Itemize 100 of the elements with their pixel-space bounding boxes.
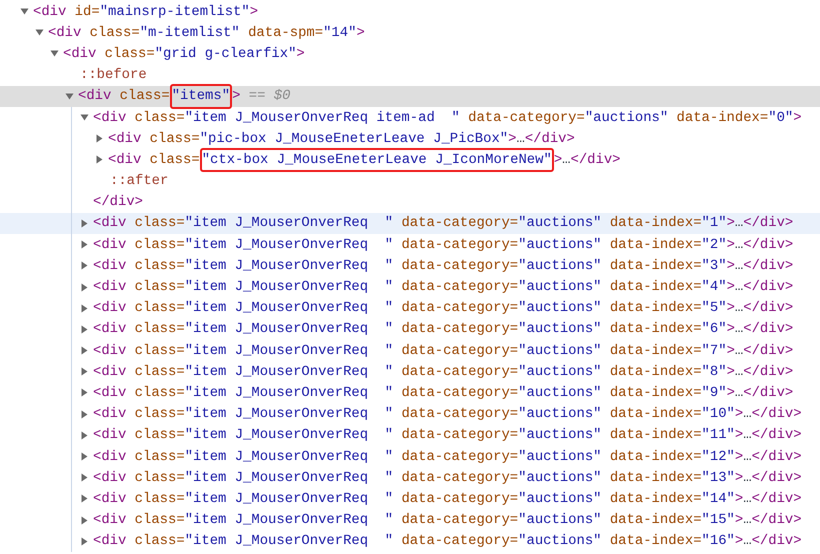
tag-token: > [726,258,735,274]
tag-token: </div> [570,152,621,168]
attribute-value: "16" [702,533,735,550]
expanded-triangle-icon[interactable] [80,113,89,122]
attribute-value: "auctions" [518,533,602,550]
collapsed-triangle-icon[interactable] [80,473,89,482]
collapsed-ellipsis: … [743,533,752,550]
attribute-name: data-category= [400,215,518,232]
tag-token: > [726,321,735,338]
collapsed-triangle-icon[interactable] [80,516,89,525]
attribute-name: data-index= [608,448,702,465]
attribute-value: "auctions" [584,110,668,126]
tag-token: > [726,279,735,296]
attribute-value: "4" [702,279,727,296]
attribute-value: "item J_MouserOnverReq " [184,215,394,232]
collapsed-triangle-icon[interactable] [80,346,89,356]
attribute-value: "item J_MouserOnverReq " [184,258,394,274]
attribute-name: data-index= [608,384,702,401]
attribute-value: "auctions" [518,512,602,528]
collapsed-triangle-icon[interactable] [80,218,89,228]
attribute-name: class= [134,384,185,401]
collapsed-triangle-icon[interactable] [80,430,89,440]
attribute-value: "item J_MouserOnverReq " [184,300,394,316]
collapsed-ellipsis: … [743,448,752,465]
collapsed-ellipsis: … [734,300,744,316]
collapsed-triangle-icon[interactable] [80,261,89,270]
selected-row[interactable]: <div class="items"> == $0 [0,86,820,107]
collapsed-triangle-icon[interactable] [80,282,89,292]
attribute-name: data-category= [400,342,518,359]
tag-token: </div> [752,512,802,528]
attribute-name: data-category= [400,406,518,422]
expanded-triangle-icon[interactable] [65,92,74,101]
tag-token: > [734,448,744,465]
attribute-name: data-category= [400,279,518,296]
collapsed-ellipsis: … [734,279,744,296]
attribute-name: data-index= [676,110,768,126]
attribute-name: data-index= [608,364,702,380]
tag-token: > [726,364,735,380]
collapsed-triangle-icon[interactable] [95,134,104,144]
tag-token: > [508,130,516,147]
tag-token: > [726,215,735,232]
expanded-triangle-icon[interactable] [50,49,59,58]
tag-token: > [726,300,735,316]
attribute-value: "item J_MouserOnverReq " [184,236,394,253]
collapsed-ellipsis: … [743,470,752,486]
attribute-value: "auctions" [518,427,602,444]
collapsed-triangle-icon[interactable] [80,452,89,462]
attribute-value: "item J_MouserOnverReq " [184,490,394,507]
attribute-value: "6" [702,321,727,338]
collapsed-triangle-icon[interactable] [80,410,89,419]
attribute-value: "pic-box J_MouseEneterLeave J_PicBox" [200,130,508,147]
attribute-value: "8" [702,364,727,380]
expanded-triangle-icon[interactable] [35,28,44,38]
tag-token: > [554,152,562,168]
hovered-row[interactable]: <div class="item J_MouserOnverReq " data-category="auctions" data-index="1">…</div> [0,212,820,234]
attribute-name: data-category= [400,533,518,550]
attribute-value: "7" [702,342,727,359]
attribute-value: "auctions" [518,406,602,422]
collapsed-ellipsis: … [734,258,744,274]
collapsed-triangle-icon[interactable] [80,304,89,313]
attribute-name: class= [134,342,185,359]
collapsed-ellipsis: … [743,427,752,444]
collapsed-triangle-icon[interactable] [80,324,89,334]
attribute-name: data-category= [400,236,518,253]
expanded-triangle-icon[interactable] [20,7,29,16]
tag-token: > [734,427,744,444]
collapsed-triangle-icon[interactable] [95,155,104,164]
tag-token: > [356,24,365,41]
tag-token: > [726,384,735,401]
attribute-value: "item J_MouserOnverReq " [184,321,394,338]
tag-token: <div [78,88,112,104]
attribute-value: "item J_MouserOnverReq " [184,512,394,528]
collapsed-triangle-icon[interactable] [80,367,89,376]
attribute-name: class= [118,88,170,104]
attribute-name: data-category= [467,110,585,126]
attribute-value: "auctions" [518,342,602,359]
collapsed-ellipsis: … [734,236,744,253]
tag-token: <div [93,512,126,528]
highlighted-attribute-value: "ctx-box J_MouseEneterLeave J_IconMoreNew" [200,148,554,172]
attribute-value: "auctions" [518,321,602,338]
attribute-name: class= [104,46,155,62]
attribute-name: data-index= [608,236,702,253]
tag-token: <div [93,279,126,296]
collapsed-triangle-icon[interactable] [80,240,89,250]
collapsed-ellipsis: … [734,321,744,338]
pseudo-element: ::after [110,173,168,190]
attribute-name: data-category= [400,490,518,507]
tag-token: </div> [752,427,802,444]
attribute-name: class= [134,215,185,232]
collapsed-triangle-icon[interactable] [80,494,89,504]
tag-token: <div [93,470,126,486]
collapsed-triangle-icon[interactable] [80,388,89,398]
attribute-value: "auctions" [518,384,602,401]
attribute-name: class= [134,406,185,422]
attribute-name: class= [134,427,185,444]
attribute-value: "item J_MouserOnverReq " [184,470,394,486]
tag-token: > [296,46,305,62]
attribute-value: "auctions" [518,448,602,465]
collapsed-triangle-icon[interactable] [80,536,89,546]
attribute-value: "item J_MouserOnverReq " [184,279,394,296]
